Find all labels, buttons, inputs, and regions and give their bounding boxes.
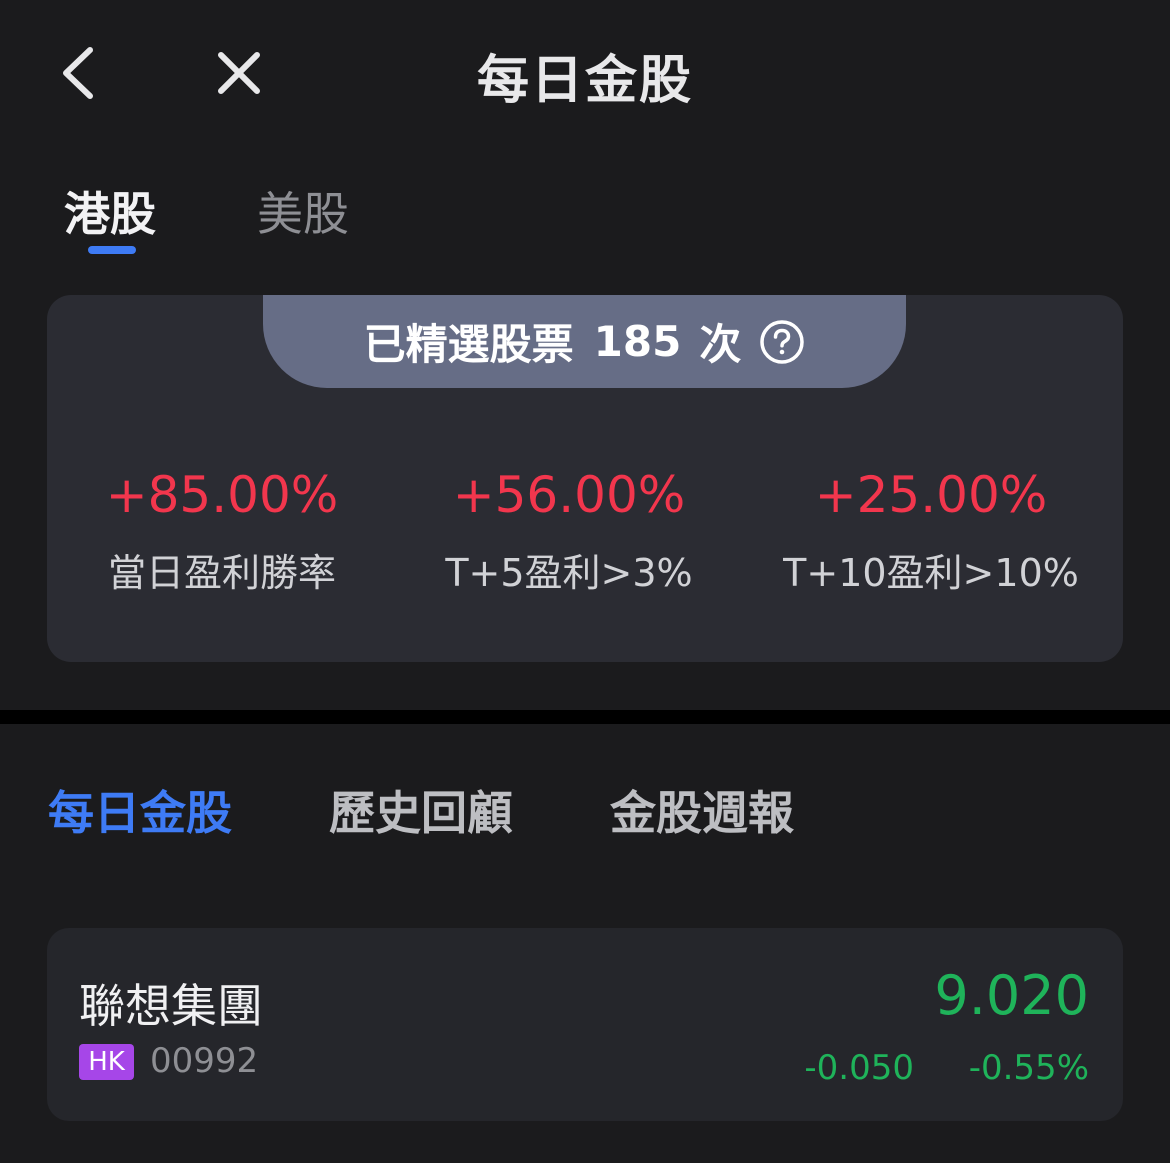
stock-code: 00992: [150, 1041, 259, 1081]
price-change: -0.050: [804, 1048, 914, 1088]
selection-count-banner: 已精選股票 185 次: [263, 295, 906, 388]
tab-daily-picks[interactable]: 每日金股: [48, 777, 232, 843]
active-tab-indicator: [88, 246, 136, 254]
stock-price: 9.020: [934, 964, 1089, 1027]
tab-history-review[interactable]: 歷史回顧: [329, 777, 513, 843]
market-badge: HK: [79, 1044, 134, 1080]
stat-item: +56.00% T+5盈利>3%: [390, 470, 748, 592]
page-title: 每日金股: [476, 51, 693, 111]
tab-weekly-report[interactable]: 金股週報: [610, 777, 794, 843]
stat-item: +25.00% T+10盈利>10%: [752, 470, 1110, 592]
stat-label: T+5盈利>3%: [445, 551, 693, 595]
tab-hk-stocks[interactable]: 港股: [64, 178, 156, 244]
selection-count-value: 185: [593, 317, 682, 366]
stock-list-item[interactable]: 聯想集團 HK 00992 9.020 -0.050 -0.55%: [47, 928, 1123, 1121]
stat-value: +85.00%: [105, 466, 339, 524]
selection-count-suffix: 次: [699, 320, 742, 369]
question-circle-icon[interactable]: [759, 319, 805, 365]
stat-value: +56.00%: [452, 466, 686, 524]
section-divider: [0, 710, 1170, 724]
selection-count-prefix: 已精選股票: [363, 320, 574, 369]
stat-item: +85.00% 當日盈利勝率: [47, 470, 401, 592]
tab-us-stocks[interactable]: 美股: [257, 178, 349, 244]
stat-label: T+10盈利>10%: [783, 551, 1079, 595]
price-change-percent: -0.55%: [968, 1048, 1089, 1088]
stat-label: 當日盈利勝率: [107, 551, 336, 595]
stock-name: 聯想集團: [79, 979, 263, 1033]
performance-summary-card: 已精選股票 185 次 +85.00% 當日盈利勝率 +56.00% T+5盈利…: [47, 295, 1123, 662]
stat-value: +25.00%: [814, 466, 1048, 524]
